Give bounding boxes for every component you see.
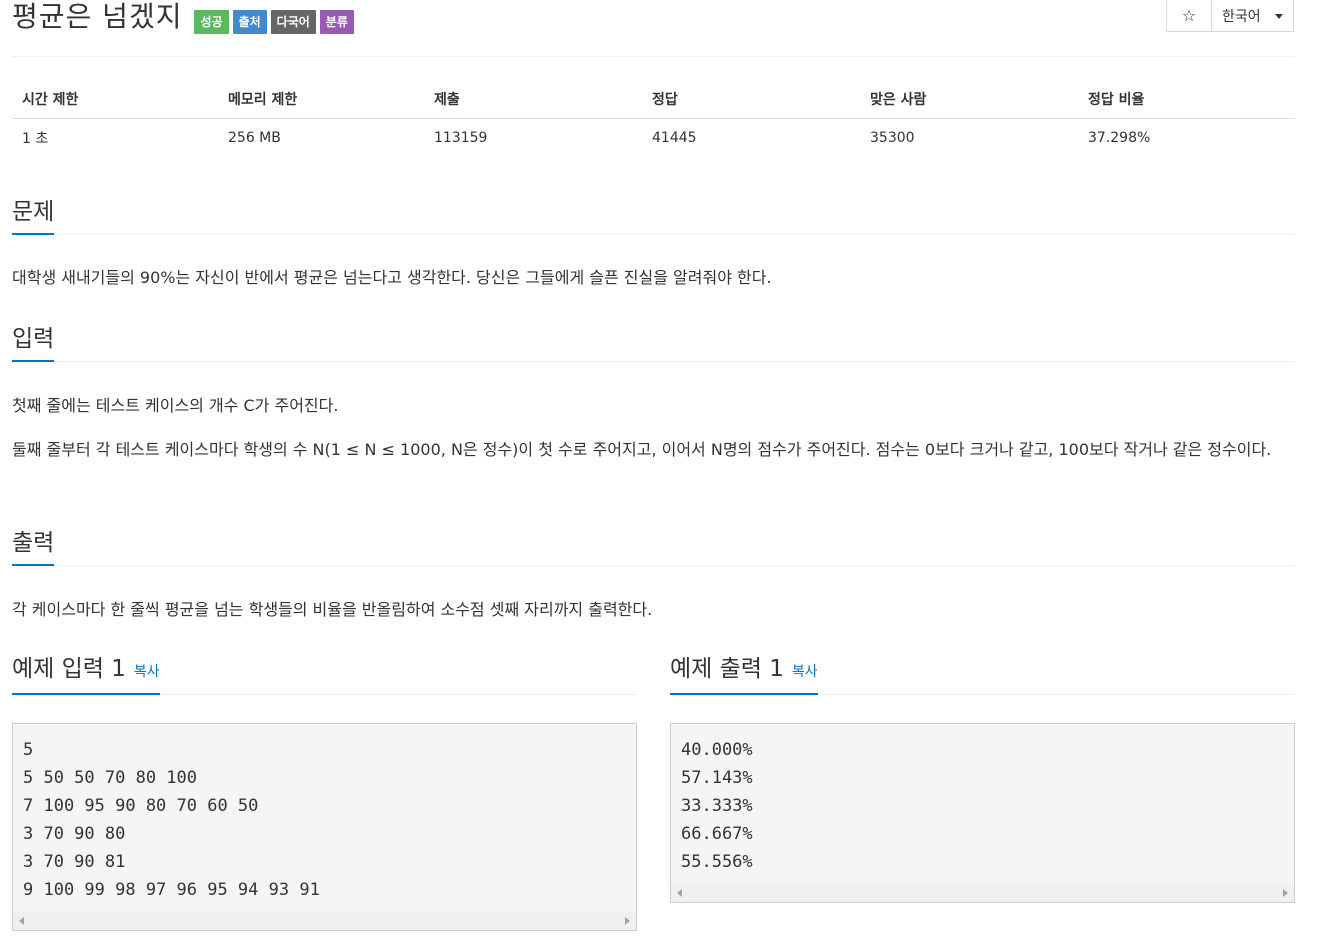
badge-source[interactable]: 출처 xyxy=(232,10,267,34)
header-accepted: 정답 xyxy=(642,80,860,119)
value-time-limit: 1 초 xyxy=(22,131,49,147)
section-sample-input-head: 예제 입력 1 복사 xyxy=(12,654,637,695)
value-submissions[interactable]: 113159 xyxy=(424,119,642,158)
copy-sample-input-button[interactable]: 복사 xyxy=(134,664,160,680)
sample-input-content: 5 5 50 50 70 80 100 7 100 95 90 80 70 60… xyxy=(23,740,320,900)
problem-info-table: 시간 제한 메모리 제한 제출 정답 맞은 사람 정답 비율 1 초 256 M… xyxy=(12,80,1295,157)
star-icon: ☆ xyxy=(1181,6,1197,25)
language-dropdown[interactable]: 한국어 xyxy=(1212,0,1293,31)
sample-output-title: 예제 출력 1 복사 xyxy=(670,656,818,695)
caret-down-icon xyxy=(1275,14,1283,19)
value-accepted[interactable]: 41445 xyxy=(642,119,860,158)
language-label: 한국어 xyxy=(1222,8,1261,25)
value-solved-users[interactable]: 35300 xyxy=(860,119,1078,158)
header-memory-limit: 메모리 제한 xyxy=(218,80,424,119)
badge-success[interactable]: 성공 xyxy=(194,10,229,34)
sample-input-box[interactable]: 5 5 50 50 70 80 100 7 100 95 90 80 70 60… xyxy=(12,723,637,931)
section-output-head: 출력 xyxy=(12,525,1295,566)
sample-input-title: 예제 입력 1 복사 xyxy=(12,656,160,695)
value-accept-ratio: 37.298% xyxy=(1088,130,1151,146)
info-header-row: 시간 제한 메모리 제한 제출 정답 맞은 사람 정답 비율 xyxy=(12,80,1295,119)
header-solved-users: 맞은 사람 xyxy=(860,80,1078,119)
output-description: 각 케이스마다 한 줄씩 평균을 넘는 학생들의 비율을 반올림하여 소수점 셋… xyxy=(12,600,653,619)
sample-output-heading: 예제 출력 1 xyxy=(670,656,784,682)
header-time-limit: 시간 제한 xyxy=(12,80,218,119)
scroll-right-icon[interactable] xyxy=(1283,889,1288,897)
section-sample-output-head: 예제 출력 1 복사 xyxy=(670,654,1295,695)
sample-input-scrollbar[interactable] xyxy=(13,912,636,930)
sample-output-scrollbar[interactable] xyxy=(671,884,1294,902)
page-title: 평균은 넘겠지 xyxy=(12,0,183,33)
scroll-right-icon[interactable] xyxy=(625,917,630,925)
input-description-line-1: 첫째 줄에는 테스트 케이스의 개수 C가 주어진다. xyxy=(12,396,339,415)
problem-page: 평균은 넘겠지 성공 출처 다국어 분류 ☆ 한국어 시간 제한 메모리 제한 … xyxy=(0,0,1317,936)
copy-sample-output-button[interactable]: 복사 xyxy=(792,664,818,680)
title-divider xyxy=(12,56,1295,57)
input-description-line-2: 둘째 줄부터 각 테스트 케이스마다 학생의 수 N(1 ≤ N ≤ 1000,… xyxy=(12,440,1272,459)
header-button-group: ☆ 한국어 xyxy=(1166,0,1294,32)
star-button[interactable]: ☆ xyxy=(1167,0,1212,31)
badge-multilingual[interactable]: 다국어 xyxy=(270,10,316,34)
section-problem-title: 문제 xyxy=(12,199,55,235)
section-input-title: 입력 xyxy=(12,326,55,362)
scroll-left-icon[interactable] xyxy=(19,917,24,925)
sample-input-heading: 예제 입력 1 xyxy=(12,656,126,682)
problem-description: 대학생 새내기들의 90%는 자신이 반에서 평균은 넘는다고 생각한다. 당신… xyxy=(12,268,772,287)
sample-output-box[interactable]: 40.000% 57.143% 33.333% 66.667% 55.556% xyxy=(670,723,1295,903)
section-input-head: 입력 xyxy=(12,321,1295,362)
section-output-title: 출력 xyxy=(12,530,55,566)
header-submissions: 제출 xyxy=(424,80,642,119)
info-value-row: 1 초 256 MB 113159 41445 35300 37.298% xyxy=(12,119,1295,158)
section-problem-head: 문제 xyxy=(12,194,1295,235)
title-row: 평균은 넘겠지 성공 출처 다국어 분류 xyxy=(12,0,358,40)
header-accept-ratio: 정답 비율 xyxy=(1078,80,1295,119)
badge-category[interactable]: 분류 xyxy=(319,10,354,34)
sample-output-content: 40.000% 57.143% 33.333% 66.667% 55.556% xyxy=(681,740,753,872)
value-memory-limit: 256 MB xyxy=(228,130,281,146)
scroll-left-icon[interactable] xyxy=(677,889,682,897)
